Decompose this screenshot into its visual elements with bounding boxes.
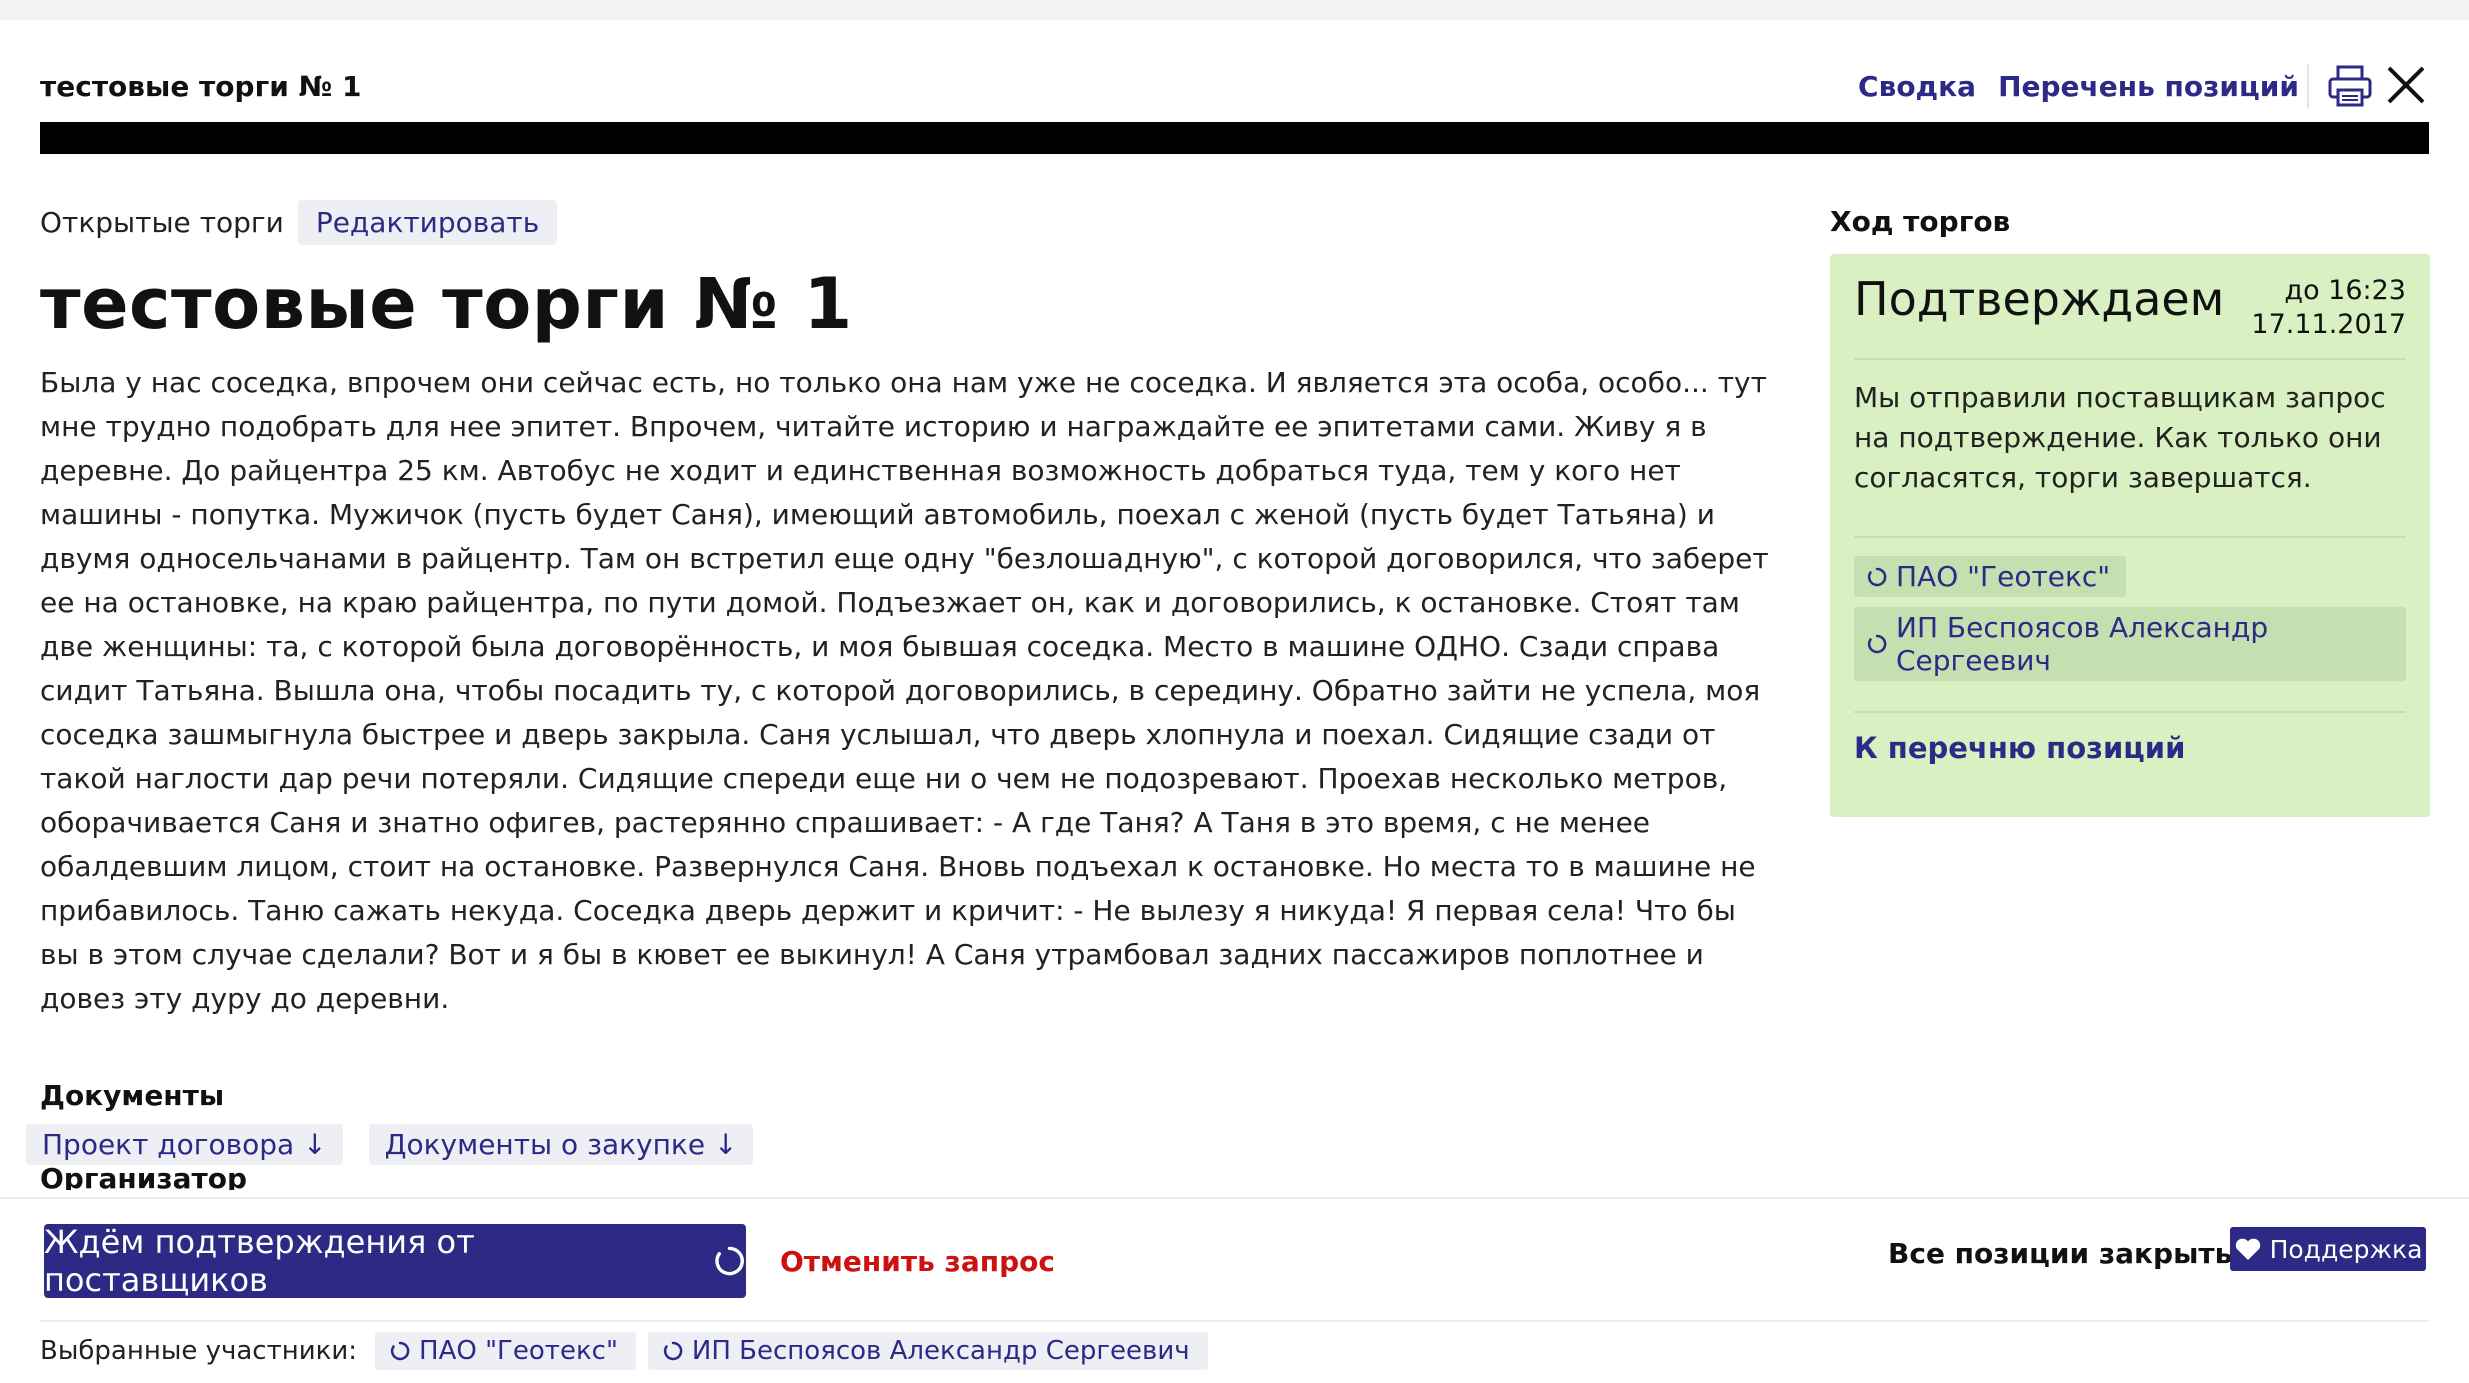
supplier-list: ПАО "Геотекс" ИП Беспоясов Александр Сер… (1854, 556, 2406, 681)
summary-link[interactable]: Сводка (1858, 70, 1976, 103)
card-divider (1854, 358, 2406, 360)
heart-icon (2235, 1238, 2260, 1260)
status-text: Мы отправили поставщикам запрос на подтв… (1854, 381, 2386, 494)
participant-chip[interactable]: ПАО "Геотекс" (375, 1332, 636, 1370)
supplier-name: ПАО "Геотекс" (1896, 560, 2111, 593)
progress-fill (40, 122, 2429, 154)
positions-closed-status: Все позиции закрыты (1888, 1237, 2240, 1270)
contract-draft-link[interactable]: Проект договора ↓ (26, 1123, 343, 1165)
tender-meta: Открытые торги Редактировать (40, 198, 1770, 246)
page-title: тестовые торги № 1 (40, 263, 853, 345)
supplier-chip[interactable]: ПАО "Геотекс" (1854, 556, 2127, 597)
top-bar: тестовые торги № 1 Сводка Перечень позиц… (40, 64, 2429, 110)
tender-type: Открытые торги (40, 205, 284, 239)
edit-button[interactable]: Редактировать (297, 199, 558, 245)
procurement-docs-link[interactable]: Документы о закупке ↓ (368, 1123, 754, 1165)
tender-main: Открытые торги Редактировать тестовые то… (26, 198, 1770, 1165)
tender-description: Была у нас соседка, впрочем они сейчас е… (40, 365, 1769, 1015)
action-footer: Ждём подтверждения от поставщиков Отмени… (0, 1197, 2469, 1383)
support-label: Поддержка (2269, 1234, 2423, 1264)
status-title: Подтверждаем (1854, 272, 2225, 326)
to-positions-link[interactable]: К перечню позиций (1854, 731, 2406, 765)
tender-progress-panel: Ход торгов Подтверждаем до 16:23 17.11.2… (1830, 198, 2430, 817)
awaiting-confirmation-button[interactable]: Ждём подтверждения от поставщиков (44, 1223, 746, 1299)
deadline-time: до 16:23 (2284, 275, 2406, 306)
footer-divider (40, 1320, 2429, 1322)
spinner-icon (390, 1341, 410, 1361)
cancel-request-link[interactable]: Отменить запрос (780, 1245, 1055, 1278)
awaiting-confirmation-label: Ждём подтверждения от поставщиков (44, 1223, 475, 1299)
positions-list-link[interactable]: Перечень позиций (1998, 70, 2299, 103)
organizer-heading: Организатор (40, 1162, 248, 1190)
deadline-date: 17.11.2017 (2251, 309, 2406, 340)
header-nav: Сводка Перечень позиций (1858, 70, 2299, 103)
card-divider (1854, 711, 2406, 713)
progress-heading: Ход торгов (1830, 205, 2011, 238)
spinner-icon (1867, 567, 1887, 586)
documents-list: Проект договора ↓ Документы о закупке ↓ (26, 1123, 1770, 1165)
status-card: Подтверждаем до 16:23 17.11.2017 Мы отпр… (1830, 254, 2430, 817)
card-divider (1854, 536, 2406, 538)
selected-participants: Выбранные участники: ПАО "Геотекс" ИП Бе… (40, 1332, 1208, 1370)
deadline: до 16:23 17.11.2017 (2251, 274, 2406, 342)
spinner-icon (663, 1341, 683, 1361)
supplier-name: ИП Беспоясов Александр Сергеевич (1896, 611, 2269, 677)
participant-name: ИП Беспоясов Александр Сергеевич (691, 1336, 1190, 1366)
print-icon[interactable] (2326, 62, 2374, 110)
participant-name: ПАО "Геотекс" (419, 1336, 618, 1366)
documents-heading: Документы (40, 1078, 225, 1112)
participant-chip[interactable]: ИП Беспоясов Александр Сергеевич (647, 1332, 1208, 1370)
close-icon[interactable] (2383, 62, 2429, 108)
header-title: тестовые торги № 1 (40, 70, 362, 103)
page: тестовые торги № 1 Сводка Перечень позиц… (0, 20, 2469, 1383)
spinner-icon (715, 1246, 744, 1276)
status-row: Подтверждаем до 16:23 17.11.2017 (1854, 272, 2406, 342)
spinner-icon (1867, 634, 1887, 654)
selected-participants-label: Выбранные участники: (40, 1336, 358, 1366)
support-button[interactable]: Поддержка (2230, 1227, 2426, 1271)
progress-bar (40, 122, 2429, 154)
supplier-chip[interactable]: ИП Беспоясов Александр Сергеевич (1854, 607, 2406, 681)
header-divider (2307, 64, 2309, 108)
